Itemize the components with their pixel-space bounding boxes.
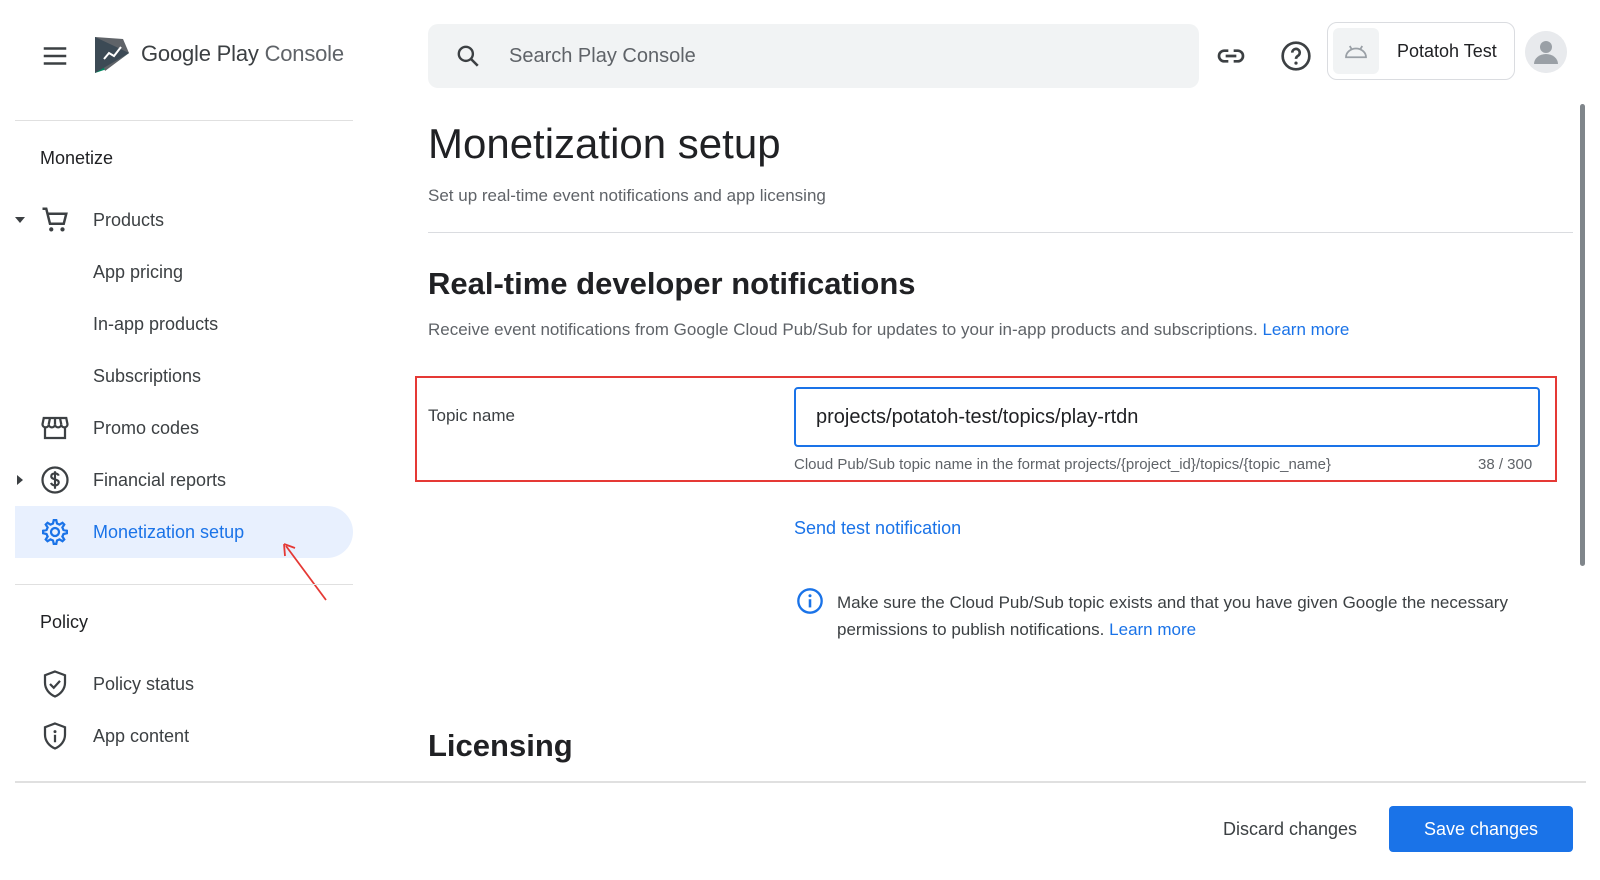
sidebar-item-label: Monetization setup <box>93 521 245 542</box>
sidebar-item-promo-codes[interactable]: Promo codes <box>15 402 353 454</box>
search-input[interactable]: Search Play Console <box>509 45 696 68</box>
rtdn-learn-more-link[interactable]: Learn more <box>1262 320 1349 339</box>
logo-text: Google Play Console <box>141 41 344 67</box>
sidebar-divider <box>15 120 353 121</box>
user-avatar-icon <box>1525 31 1567 73</box>
scrollbar[interactable] <box>1580 104 1585 566</box>
link-icon[interactable] <box>1215 40 1247 72</box>
store-icon <box>41 416 69 440</box>
logo-product: Console <box>264 41 345 66</box>
licensing-heading: Licensing <box>428 728 573 763</box>
sidebar-item-label: Subscriptions <box>93 365 202 386</box>
shield-info-icon <box>43 722 67 750</box>
dollar-icon <box>41 466 69 494</box>
search-bar[interactable]: Search Play Console <box>428 24 1199 88</box>
rtdn-description: Receive event notifications from Google … <box>428 320 1349 340</box>
sidebar-item-label: Products <box>93 209 165 230</box>
play-console-logo[interactable]: Google Play Console <box>93 32 344 76</box>
topic-helper-text: Cloud Pub/Sub topic name in the format p… <box>794 456 1331 473</box>
cart-icon <box>42 207 68 232</box>
app-icon-box <box>1333 28 1379 74</box>
shield-check-icon <box>43 670 67 698</box>
info-message: Make sure the Cloud Pub/Sub topic exists… <box>837 589 1537 643</box>
sidebar-item-label: In-app products <box>93 313 219 334</box>
discard-changes-button[interactable]: Discard changes <box>1210 806 1370 852</box>
info-learn-more-link[interactable]: Learn more <box>1109 620 1196 639</box>
rtdn-description-text: Receive event notifications from Google … <box>428 320 1258 339</box>
sidebar-section-monetize: Monetize <box>40 148 114 168</box>
info-icon <box>797 588 823 614</box>
sidebar-item-label: App content <box>93 725 190 746</box>
send-test-notification-button[interactable]: Send test notification <box>794 518 961 539</box>
sidebar-item-label: Financial reports <box>93 469 227 490</box>
topic-name-input[interactable] <box>794 387 1540 447</box>
caret-right-icon[interactable] <box>15 475 25 485</box>
search-icon <box>457 45 479 67</box>
sidebar-item-label: App pricing <box>93 261 184 282</box>
sidebar-divider <box>15 584 353 585</box>
topic-char-counter: 38 / 300 <box>1478 456 1533 473</box>
avatar[interactable] <box>1525 31 1567 73</box>
sidebar-item-products[interactable]: Products <box>15 194 353 246</box>
hamburger-icon <box>43 47 67 65</box>
footer-divider <box>15 781 1586 783</box>
sidebar-item-app-pricing[interactable]: App pricing <box>15 246 353 298</box>
app-name: Potatoh Test <box>1397 40 1497 61</box>
app-switcher[interactable]: Potatoh Test <box>1327 22 1515 80</box>
rtdn-heading: Real-time developer notifications <box>428 266 916 301</box>
sidebar-item-in-app-products[interactable]: In-app products <box>15 298 353 350</box>
page-subtitle: Set up real-time event notifications and… <box>428 186 826 205</box>
sidebar-section-policy: Policy <box>40 612 89 632</box>
logo-brand: Google Play <box>141 41 259 66</box>
save-changes-button[interactable]: Save changes <box>1389 806 1573 852</box>
play-console-logo-icon <box>95 37 129 73</box>
section-divider <box>428 232 1573 233</box>
sidebar-item-app-content[interactable]: App content <box>15 710 353 762</box>
topic-name-label: Topic name <box>428 406 515 425</box>
gear-icon <box>42 519 68 545</box>
annotation-arrow <box>283 543 327 601</box>
sidebar-item-label: Policy status <box>93 673 195 694</box>
sidebar-item-label: Promo codes <box>93 417 200 438</box>
page-title: Monetization setup <box>428 120 781 167</box>
sidebar-item-policy-status[interactable]: Policy status <box>15 658 353 710</box>
sidebar-item-subscriptions[interactable]: Subscriptions <box>15 350 353 402</box>
main-menu-button[interactable] <box>40 41 70 71</box>
android-icon <box>1345 45 1367 59</box>
caret-down-icon[interactable] <box>15 215 25 225</box>
help-icon[interactable] <box>1280 40 1312 72</box>
sidebar-item-financial-reports[interactable]: Financial reports <box>15 454 353 506</box>
